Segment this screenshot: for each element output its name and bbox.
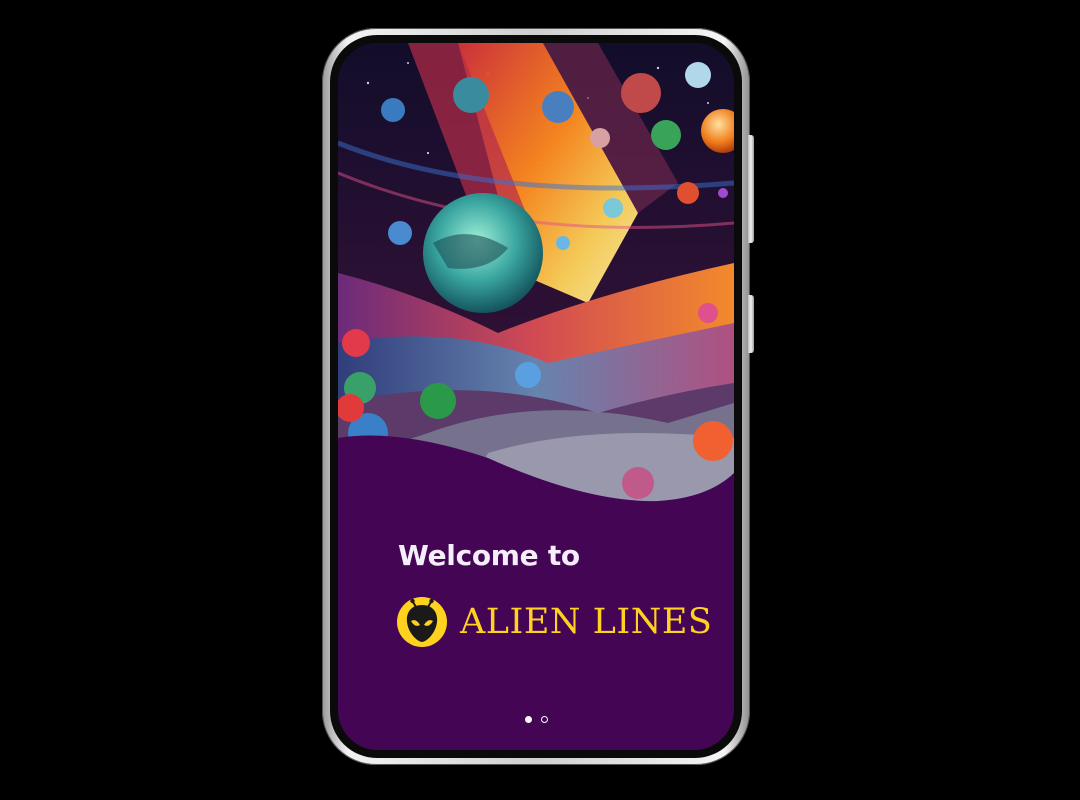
page-dot-1-active[interactable] bbox=[524, 716, 532, 723]
brand-name: ALIEN LINES bbox=[460, 601, 713, 642]
welcome-heading: Welcome to bbox=[398, 539, 580, 572]
phone-screen: Welcome to ALIEN LINES bbox=[338, 43, 734, 750]
page-indicator[interactable] bbox=[338, 716, 734, 723]
alien-head-icon bbox=[397, 597, 447, 647]
stage: Welcome to ALIEN LINES bbox=[0, 0, 1080, 800]
wave-divider bbox=[338, 435, 734, 523]
volume-button bbox=[748, 135, 754, 243]
brand-logo: ALIEN LINES bbox=[396, 596, 712, 648]
power-button bbox=[748, 295, 754, 353]
page-dot-2[interactable] bbox=[540, 716, 548, 723]
